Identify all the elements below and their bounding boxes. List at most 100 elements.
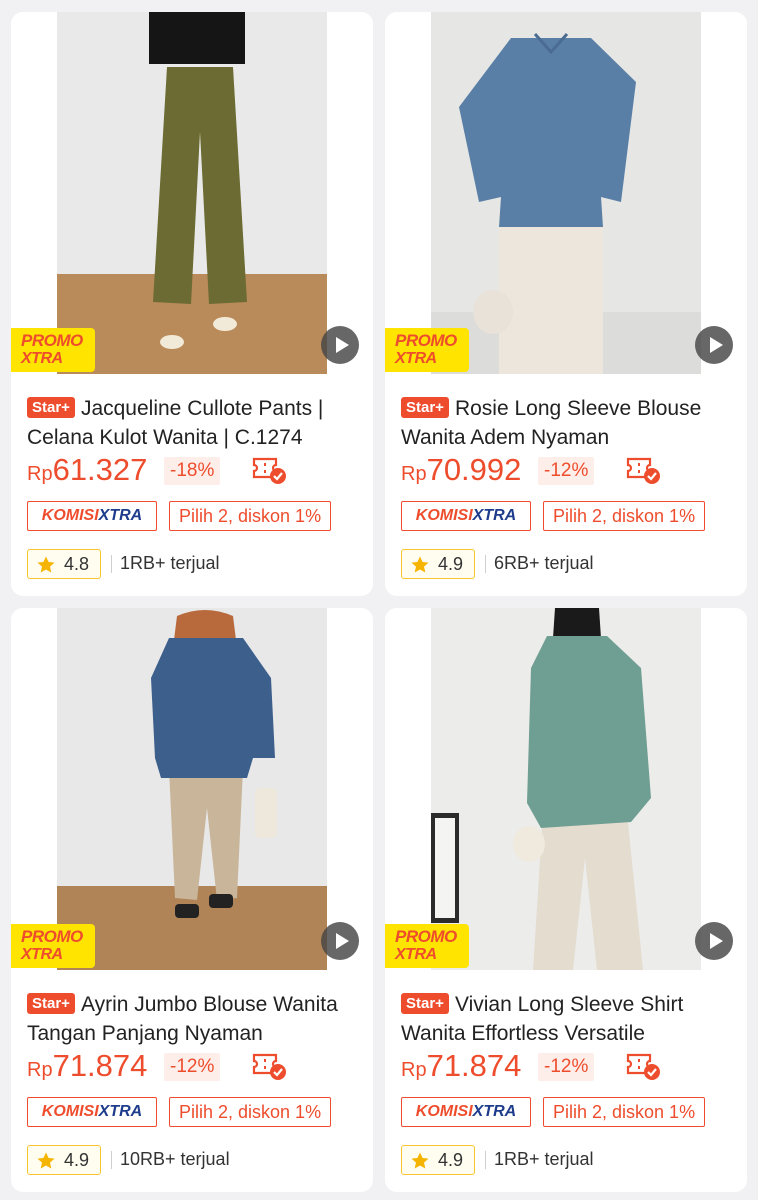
promo-xtra-badge: PROMO XTRA [385, 328, 469, 372]
xtra-label: XTRA [395, 946, 437, 963]
star-plus-badge: Star+ [401, 993, 449, 1014]
currency-label: Rp [401, 1059, 427, 1081]
xtra-label: XTRA [21, 946, 63, 963]
star-plus-badge: Star+ [27, 993, 75, 1014]
shoe-right [209, 894, 233, 908]
discount-badge: -18% [164, 457, 221, 485]
komisi-xtra-badge: KOMISIXTRA [401, 501, 531, 531]
product-card[interactable]: PROMO XTRA Star+ Ayrin Jumbo Blouse Wanit… [11, 608, 373, 1192]
rating-value: 4.9 [438, 1150, 464, 1170]
rating-value: 4.8 [64, 554, 90, 574]
komisi-xtra-badge: KOMISIXTRA [27, 1097, 157, 1127]
shoe-right [213, 317, 237, 331]
komisi-xtra-label: XTRA [98, 507, 143, 524]
star-icon [37, 556, 55, 573]
rating-value: 4.9 [64, 1150, 90, 1170]
price-row: Rp71.874 -12% [27, 1048, 367, 1084]
play-video-icon[interactable] [695, 326, 733, 364]
product-image[interactable]: PROMO XTRA [385, 608, 747, 970]
sold-count: 10RB+ terjual [120, 1149, 230, 1169]
product-grid: PROMO XTRA Star+ Jacqueline Cullote Pants… [0, 0, 758, 1200]
currency-label: Rp [401, 463, 427, 485]
wall-frame-inner [435, 818, 455, 918]
bundle-deal-badge: Pilih 2, diskon 1% [169, 501, 332, 531]
star-icon [411, 556, 429, 573]
discount-badge: -12% [164, 1053, 221, 1081]
product-image[interactable]: PROMO XTRA [385, 12, 747, 374]
voucher-check-icon [252, 1053, 286, 1080]
komisi-xtra-label: XTRA [98, 1103, 143, 1120]
discount-badge: -12% [538, 1053, 595, 1081]
rating-sold-row: 4.9 1RB+ terjual [401, 1145, 741, 1177]
price: Rp70.992 [401, 452, 521, 488]
play-video-icon[interactable] [695, 922, 733, 960]
divider [111, 555, 112, 573]
bundle-deal-badge: Pilih 2, diskon 1% [169, 1097, 332, 1127]
product-image[interactable]: PROMO XTRA [11, 12, 373, 374]
rating-badge: 4.8 [27, 549, 101, 579]
star-icon [411, 1152, 429, 1169]
price-value: 71.874 [426, 1048, 522, 1083]
rating-sold-row: 4.9 6RB+ terjual [401, 549, 741, 581]
product-title[interactable]: Star+ Ayrin Jumbo Blouse Wanita Tangan Pa… [27, 990, 363, 1048]
promo-label: PROMO [21, 331, 83, 350]
komisi-label: KOMISI [41, 507, 99, 524]
product-card[interactable]: PROMO XTRA Star+ Vivian Long Sleeve Shirt… [385, 608, 747, 1192]
currency-label: Rp [27, 463, 53, 485]
komisi-label: KOMISI [415, 507, 473, 524]
promo-xtra-badge: PROMO XTRA [385, 924, 469, 968]
product-photo-illustration [431, 608, 701, 970]
price-row: Rp61.327 -18% [27, 452, 367, 488]
product-title[interactable]: Star+ Jacqueline Cullote Pants | Celana K… [27, 394, 363, 452]
sold-count: 6RB+ terjual [494, 553, 594, 573]
handbag [255, 788, 277, 838]
play-video-icon[interactable] [321, 326, 359, 364]
komisi-xtra-badge: KOMISIXTRA [27, 501, 157, 531]
voucher-check-icon [626, 457, 660, 484]
shoe-left [160, 335, 184, 349]
bundle-deal-badge: Pilih 2, diskon 1% [543, 1097, 706, 1127]
price-value: 71.874 [52, 1048, 148, 1083]
product-title[interactable]: Star+ Rosie Long Sleeve Blouse Wanita Ade… [401, 394, 737, 452]
currency-label: Rp [27, 1059, 53, 1081]
price-value: 61.327 [52, 452, 148, 487]
rating-badge: 4.9 [401, 1145, 475, 1175]
voucher-check-icon [626, 1053, 660, 1080]
star-plus-badge: Star+ [27, 397, 75, 418]
garment-top [527, 636, 651, 828]
photo-floor [57, 274, 327, 374]
discount-badge: -12% [538, 457, 595, 485]
price-row: Rp71.874 -12% [401, 1048, 741, 1084]
shoe-left [175, 904, 199, 918]
garment-bottom [499, 212, 603, 374]
play-video-icon[interactable] [321, 922, 359, 960]
product-image[interactable]: PROMO XTRA [11, 608, 373, 970]
sold-count: 1RB+ terjual [120, 553, 220, 573]
price: Rp71.874 [401, 1048, 521, 1084]
product-photo-illustration [57, 12, 327, 374]
divider [111, 1151, 112, 1169]
price: Rp71.874 [27, 1048, 147, 1084]
star-icon [37, 1152, 55, 1169]
product-card[interactable]: PROMO XTRA Star+ Rosie Long Sleeve Blouse… [385, 12, 747, 596]
komisi-xtra-label: XTRA [472, 1103, 517, 1120]
promo-label: PROMO [395, 927, 457, 946]
product-card[interactable]: PROMO XTRA Star+ Jacqueline Cullote Pants… [11, 12, 373, 596]
voucher-check-icon [252, 457, 286, 484]
badges-row: KOMISIXTRA Pilih 2, diskon 1% [401, 1097, 741, 1129]
garment-top [149, 12, 245, 64]
price-row: Rp70.992 -12% [401, 452, 741, 488]
product-photo-illustration [57, 608, 327, 970]
garment-top [151, 638, 275, 778]
badges-row: KOMISIXTRA Pilih 2, diskon 1% [401, 501, 741, 533]
komisi-label: KOMISI [41, 1103, 99, 1120]
price-value: 70.992 [426, 452, 522, 487]
divider [485, 555, 486, 573]
rating-value: 4.9 [438, 554, 464, 574]
sold-count: 1RB+ terjual [494, 1149, 594, 1169]
rating-sold-row: 4.9 10RB+ terjual [27, 1145, 367, 1177]
promo-xtra-badge: PROMO XTRA [11, 328, 95, 372]
hair [553, 608, 601, 638]
product-title[interactable]: Star+ Vivian Long Sleeve Shirt Wanita Eff… [401, 990, 737, 1048]
handbag [513, 826, 545, 862]
